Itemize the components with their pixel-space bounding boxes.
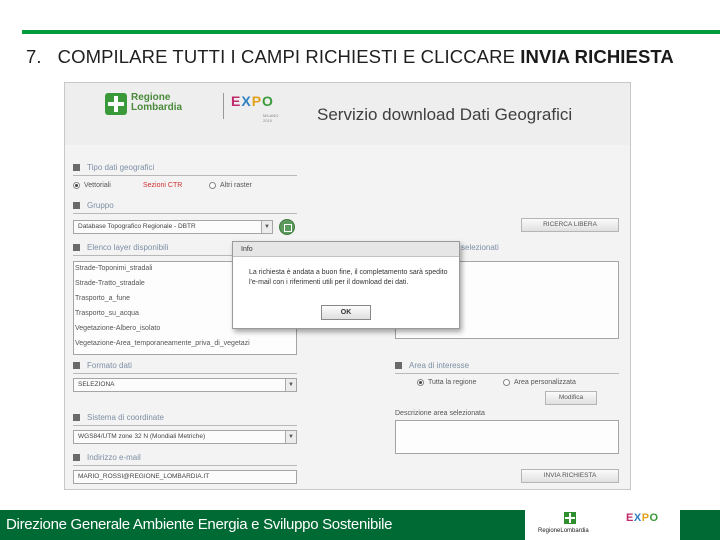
radio-area-personalizzata[interactable]: Area personalizzata — [503, 379, 576, 386]
logo-separator — [223, 93, 224, 119]
section-tipo: Tipo dati geografici — [73, 163, 154, 172]
gruppo-info-icon[interactable] — [279, 219, 295, 235]
footer-regione-text: RegioneLombardia — [538, 528, 589, 534]
regione-lombardia-logo-icon — [564, 512, 576, 524]
radio-vettoriali[interactable]: Vettoriali — [73, 182, 111, 189]
footer-regione-logo: RegioneLombardia — [532, 512, 612, 538]
area-desc-label: Descrizione area selezionata — [395, 410, 485, 417]
gruppo-select[interactable]: Database Topografico Regionale - DBTR ▼ — [73, 220, 273, 234]
top-rule — [22, 30, 720, 34]
section-bullet-icon — [73, 244, 80, 251]
chevron-down-icon: ▼ — [285, 379, 296, 391]
radio-icon — [73, 182, 80, 189]
step-number: 7. — [26, 46, 42, 67]
area-desc-field[interactable] — [395, 420, 619, 454]
section-coordinate: Sistema di coordinate — [73, 413, 164, 422]
section-formato: Formato dati — [73, 361, 132, 370]
section-bullet-icon — [73, 454, 80, 461]
radio-icon — [503, 379, 510, 386]
regione-lombardia-logo-icon — [105, 93, 127, 115]
formato-select[interactable]: SELEZIONA ▼ — [73, 378, 297, 392]
expo-sub: MILANO 2015 — [263, 113, 279, 123]
section-bullet-icon — [73, 414, 80, 421]
footer-accent — [680, 510, 720, 540]
coordinate-select[interactable]: WGS84/UTM zone 32 N (Mondiali Metriche) ▼ — [73, 430, 297, 444]
list-item[interactable]: Strade-Tratto_stradale — [75, 280, 145, 287]
chevron-down-icon: ▼ — [261, 221, 272, 233]
title-plain: COMPILARE TUTTI I CAMPI RICHIESTI E CLIC… — [57, 46, 516, 67]
section-divider — [395, 373, 619, 374]
list-item[interactable]: Trasporto_su_acqua — [75, 310, 139, 317]
expo-logo: EXPO — [231, 93, 274, 109]
section-divider — [73, 175, 297, 176]
section-layers: Elenco layer disponibili — [73, 243, 168, 252]
dialog-title: Info — [233, 242, 459, 257]
ricerca-libera-button[interactable]: RICERCA LIBERA — [521, 218, 619, 232]
section-divider — [73, 373, 297, 374]
section-selected: selezionati — [461, 243, 499, 252]
section-bullet-icon — [73, 164, 80, 171]
slide: 7. COMPILARE TUTTI I CAMPI RICHIESTI E CL… — [0, 0, 720, 540]
list-item[interactable]: Strade-Toponimi_stradali — [75, 265, 152, 272]
section-divider — [73, 425, 297, 426]
email-field[interactable]: MARIO_ROSSI@REGIONE_LOMBARDIA.IT — [73, 470, 297, 484]
chevron-down-icon: ▼ — [285, 431, 296, 443]
section-bullet-icon — [73, 362, 80, 369]
link-sezioni-ctr[interactable]: Sezioni CTR — [143, 182, 182, 189]
service-title: Servizio download Dati Geografici — [317, 105, 573, 124]
list-item[interactable]: Vegetazione-Albero_isolato — [75, 325, 160, 332]
section-divider — [73, 255, 233, 256]
section-gruppo: Gruppo — [73, 201, 114, 210]
footer-expo-logo: EXPO — [626, 512, 659, 524]
section-email: Indirizzo e-mail — [73, 453, 141, 462]
section-bullet-icon — [395, 362, 402, 369]
radio-icon — [209, 182, 216, 189]
modifica-button[interactable]: Modifica — [545, 391, 597, 405]
section-divider — [73, 213, 297, 214]
radio-icon — [417, 379, 424, 386]
footer-text: Direzione Generale Ambiente Energia e Sv… — [6, 516, 393, 533]
ok-button[interactable]: OK — [321, 305, 371, 320]
slide-title: 7. COMPILARE TUTTI I CAMPI RICHIESTI E CL… — [26, 46, 674, 68]
dialog-message: La richiesta è andata a buon fine, il co… — [249, 269, 448, 286]
list-item[interactable]: Vegetazione-Area_temporaneamente_priva_d… — [75, 340, 250, 347]
info-dialog: Info La richiesta è andata a buon fine, … — [232, 241, 460, 329]
radio-tutta-regione[interactable]: Tutta la regione — [417, 379, 476, 386]
list-item[interactable]: Trasporto_a_fune — [75, 295, 130, 302]
app-logos: Regione Lombardia EXPO MILANO 2015 — [105, 91, 278, 123]
invia-richiesta-button[interactable]: INVIA RICHIESTA — [521, 469, 619, 483]
title-bold: INVIA RICHIESTA — [520, 46, 674, 67]
app-header: Regione Lombardia EXPO MILANO 2015 Servi… — [65, 83, 630, 145]
radio-altri-raster[interactable]: Altri raster — [209, 182, 252, 189]
section-area: Area di interesse — [395, 361, 469, 370]
section-bullet-icon — [73, 202, 80, 209]
section-divider — [73, 465, 297, 466]
regione-logo-text: Regione Lombardia — [131, 92, 183, 113]
